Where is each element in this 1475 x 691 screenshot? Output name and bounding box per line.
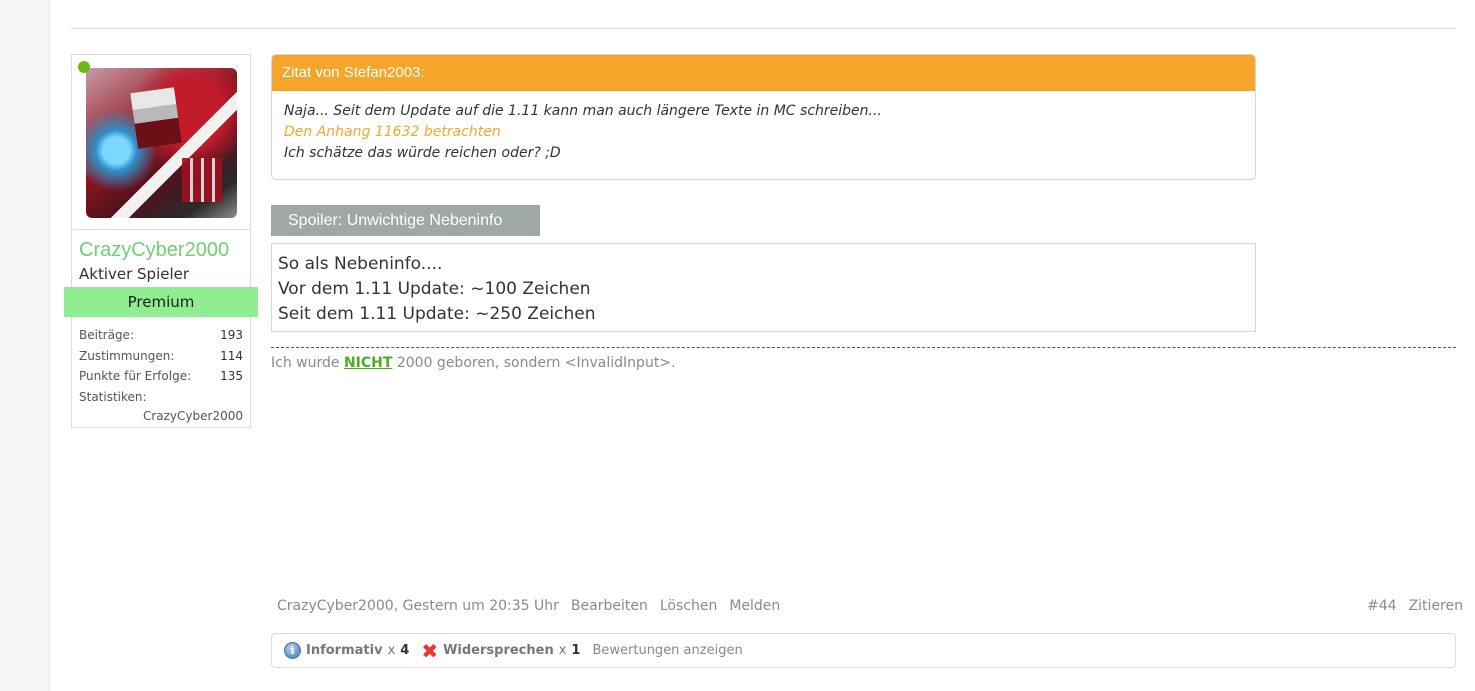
report-link[interactable]: Melden	[729, 598, 780, 614]
stat-row-likes: Zustimmungen: 114	[79, 346, 243, 367]
signature-divider	[271, 347, 1456, 348]
stat-row-statistics: Statistiken:	[79, 387, 243, 408]
quote-line: Ich schätze das würde reichen oder? ;D	[284, 145, 561, 161]
quote-body: Naja... Seit dem Update auf die 1.11 kan…	[272, 91, 1255, 164]
stat-label: Zustimmungen:	[79, 348, 175, 363]
info-icon: i	[284, 642, 301, 659]
user-stats: Beiträge: 193 Zustimmungen: 114 Punkte f…	[79, 325, 243, 425]
statistics-link[interactable]: CrazyCyber2000	[79, 407, 243, 425]
stat-label: Statistiken:	[79, 389, 147, 404]
quote-line: Naja... Seit dem Update auf die 1.11 kan…	[284, 103, 882, 119]
post-container: CrazyCyber2000 Aktiver Spieler Premium B…	[49, 0, 1475, 691]
avatar-container	[73, 56, 251, 230]
premium-banner: Premium	[64, 287, 258, 317]
spoiler-line: Vor dem 1.11 Update: ~100 Zeichen	[278, 279, 591, 299]
signature-text-before: Ich wurde	[271, 355, 344, 371]
post-actions-right: #44 Zitieren	[1367, 598, 1463, 614]
post-meta: CrazyCyber2000, Gestern um 20:35 Uhr Bea…	[277, 598, 780, 614]
user-title: Aktiver Spieler	[79, 265, 190, 283]
quote-header[interactable]: Zitat von Stefan2003:	[272, 55, 1255, 91]
signature: Ich wurde NICHT 2000 geboren, sondern <I…	[271, 355, 675, 371]
delete-link[interactable]: Löschen	[660, 598, 717, 614]
post-number-link[interactable]: #44	[1367, 598, 1397, 614]
show-ratings-link[interactable]: Bewertungen anzeigen	[592, 643, 742, 658]
x-icon: ✖	[421, 638, 439, 663]
stat-row-posts: Beiträge: 193	[79, 325, 243, 346]
stat-value: 114	[220, 348, 243, 363]
rating-label: Widersprechen	[443, 643, 554, 658]
rating-disagree[interactable]: ✖ Widersprechen x 1	[421, 638, 581, 663]
edit-link[interactable]: Bearbeiten	[571, 598, 648, 614]
spoiler-line: Seit dem 1.11 Update: ~250 Zeichen	[278, 304, 596, 324]
online-status-icon	[78, 61, 90, 73]
rating-count: 4	[400, 643, 410, 658]
stat-label: Punkte für Erfolge:	[79, 369, 192, 383]
signature-text-after: 2000 geboren, sondern <InvalidInput>.	[392, 355, 676, 371]
attachment-link[interactable]: Den Anhang 11632 betrachten	[284, 122, 1243, 143]
rating-label: Informativ	[306, 643, 383, 658]
user-card: CrazyCyber2000 Aktiver Spieler Premium B…	[64, 54, 258, 428]
rating-multiplier: x	[558, 643, 567, 658]
rating-informative[interactable]: i Informativ x 4	[284, 642, 409, 659]
spoiler-line: So als Nebeninfo....	[278, 254, 443, 274]
rating-count: 1	[571, 643, 581, 658]
spoiler-content: So als Nebeninfo.... Vor dem 1.11 Update…	[271, 243, 1256, 332]
avatar[interactable]	[86, 68, 237, 218]
quote-block: Zitat von Stefan2003: Naja... Seit dem U…	[271, 54, 1256, 180]
signature-emphasis: NICHT	[343, 355, 393, 371]
stat-value[interactable]: 193	[220, 325, 243, 346]
stat-row-trophy-points: Punkte für Erfolge: 135	[79, 366, 243, 387]
spoiler-button[interactable]: Spoiler: Unwichtige Nebeninfo	[271, 205, 540, 236]
stat-value[interactable]: 135	[220, 366, 243, 387]
username[interactable]: CrazyCyber2000	[79, 239, 229, 262]
top-divider	[71, 28, 1456, 29]
rating-multiplier: x	[387, 643, 396, 658]
ratings-bar: i Informativ x 4 ✖ Widersprechen x 1 Bew…	[271, 633, 1456, 668]
stat-label: Beiträge:	[79, 328, 134, 342]
quote-link[interactable]: Zitieren	[1409, 598, 1463, 614]
post-author-date-link[interactable]: CrazyCyber2000, Gestern um 20:35 Uhr	[277, 598, 559, 614]
